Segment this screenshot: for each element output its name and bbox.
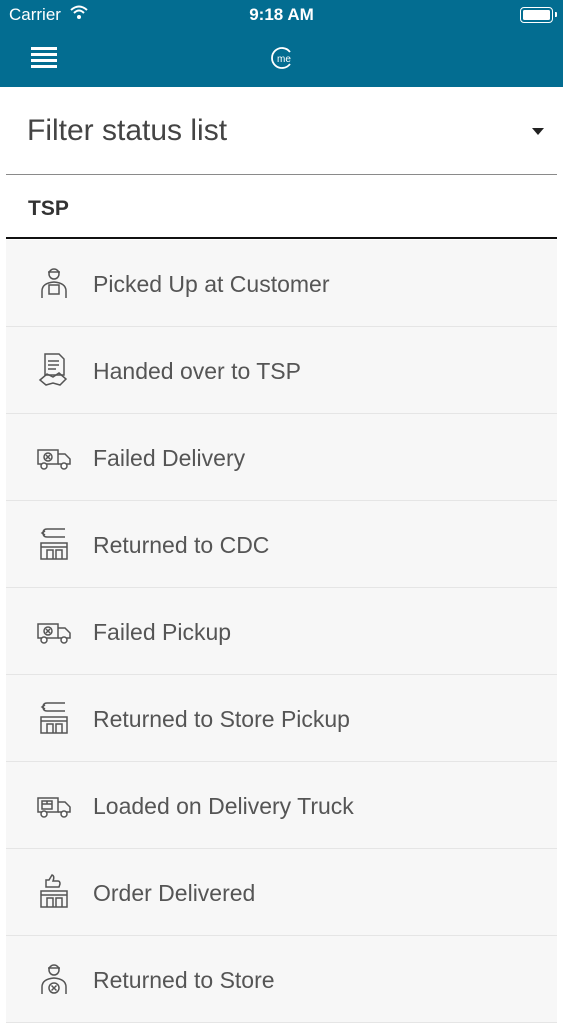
item-label: Handed over to TSP (93, 358, 301, 384)
truck-loaded-icon (36, 787, 72, 823)
list-item-returned-store[interactable]: Returned to Store (6, 936, 557, 1023)
battery-tip (555, 12, 557, 17)
list-item-loaded-truck[interactable]: Loaded on Delivery Truck (6, 762, 557, 849)
app-logo-icon: me (270, 46, 294, 70)
section-title: TSP (28, 197, 69, 220)
list-item-failed-pickup[interactable]: Failed Pickup (6, 588, 557, 675)
top-nav-bar: me (0, 30, 563, 87)
item-label: Returned to Store Pickup (93, 706, 350, 732)
item-label: Picked Up at Customer (93, 271, 330, 297)
list-item-handed-over[interactable]: Handed over to TSP (6, 327, 557, 414)
list-item-picked-up[interactable]: Picked Up at Customer (6, 240, 557, 327)
store-return-icon (36, 700, 72, 736)
courier-failed-icon (36, 961, 72, 997)
clock: 9:18 AM (249, 5, 314, 24)
hamburger-menu-icon[interactable] (31, 47, 57, 68)
item-label: Returned to CDC (93, 532, 270, 558)
item-label: Loaded on Delivery Truck (93, 793, 354, 819)
status-list: Picked Up at Customer Handed over to TSP… (6, 240, 557, 1023)
truck-failed-icon (36, 613, 72, 649)
item-label: Failed Pickup (93, 619, 232, 645)
chevron-down-icon (532, 128, 544, 135)
section-header: TSP (6, 175, 557, 239)
document-handshake-icon (36, 352, 72, 388)
logo-text: me (277, 54, 291, 65)
store-return-icon (36, 526, 72, 562)
courier-with-box-icon (36, 265, 72, 301)
list-item-order-delivered[interactable]: Order Delivered (6, 849, 557, 936)
item-label: Order Delivered (93, 880, 256, 906)
list-item-failed-delivery[interactable]: Failed Delivery (6, 414, 557, 501)
store-thumbs-up-icon (36, 874, 72, 910)
list-item-returned-store-pickup[interactable]: Returned to Store Pickup (6, 675, 557, 762)
truck-failed-icon (36, 439, 72, 475)
filter-status-dropdown[interactable]: Filter status list (6, 87, 557, 175)
status-bar: Carrier 9:18 AM (0, 0, 563, 30)
battery-icon (520, 7, 553, 23)
list-item-returned-cdc[interactable]: Returned to CDC (6, 501, 557, 588)
item-label: Failed Delivery (93, 445, 246, 471)
item-label: Returned to Store (93, 967, 275, 993)
filter-label: Filter status list (27, 114, 228, 147)
